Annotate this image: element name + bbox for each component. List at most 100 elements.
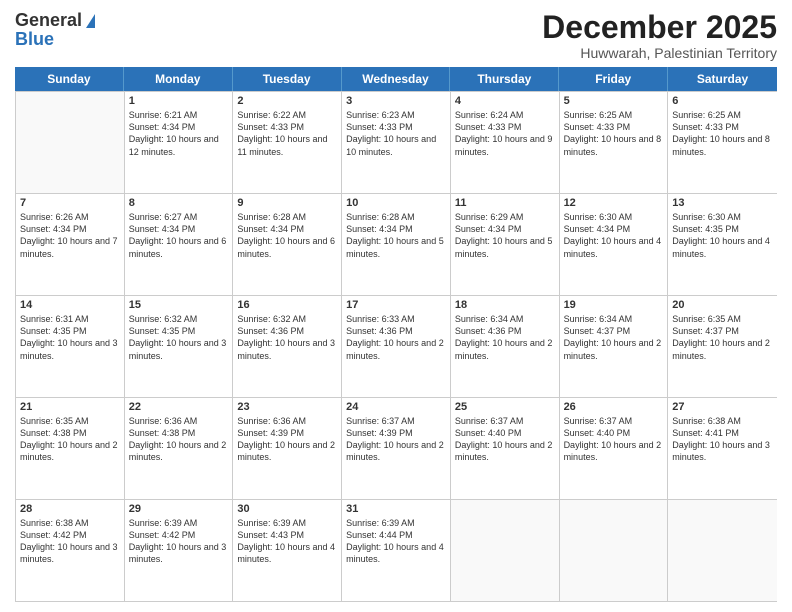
calendar-cell bbox=[451, 500, 560, 601]
day-info: Sunrise: 6:21 AM Sunset: 4:34 PM Dayligh… bbox=[129, 109, 229, 158]
day-info: Sunrise: 6:37 AM Sunset: 4:39 PM Dayligh… bbox=[346, 415, 446, 464]
day-info: Sunrise: 6:39 AM Sunset: 4:43 PM Dayligh… bbox=[237, 517, 337, 566]
day-number: 3 bbox=[346, 95, 446, 107]
month-title: December 2025 bbox=[542, 10, 777, 45]
calendar-cell: 5Sunrise: 6:25 AM Sunset: 4:33 PM Daylig… bbox=[560, 92, 669, 193]
calendar-cell: 10Sunrise: 6:28 AM Sunset: 4:34 PM Dayli… bbox=[342, 194, 451, 295]
day-number: 15 bbox=[129, 299, 229, 311]
day-info: Sunrise: 6:28 AM Sunset: 4:34 PM Dayligh… bbox=[346, 211, 446, 260]
location: Huwwarah, Palestinian Territory bbox=[542, 45, 777, 61]
calendar-row-2: 14Sunrise: 6:31 AM Sunset: 4:35 PM Dayli… bbox=[16, 295, 777, 397]
day-number: 24 bbox=[346, 401, 446, 413]
day-number: 2 bbox=[237, 95, 337, 107]
day-info: Sunrise: 6:23 AM Sunset: 4:33 PM Dayligh… bbox=[346, 109, 446, 158]
day-info: Sunrise: 6:25 AM Sunset: 4:33 PM Dayligh… bbox=[672, 109, 773, 158]
day-info: Sunrise: 6:39 AM Sunset: 4:44 PM Dayligh… bbox=[346, 517, 446, 566]
day-info: Sunrise: 6:27 AM Sunset: 4:34 PM Dayligh… bbox=[129, 211, 229, 260]
weekday-header-tuesday: Tuesday bbox=[233, 67, 342, 91]
day-number: 14 bbox=[20, 299, 120, 311]
day-info: Sunrise: 6:32 AM Sunset: 4:35 PM Dayligh… bbox=[129, 313, 229, 362]
day-info: Sunrise: 6:30 AM Sunset: 4:34 PM Dayligh… bbox=[564, 211, 664, 260]
calendar-cell: 29 Sunrise: 6:39 AM Sunset: 4:42 PM Dayli… bbox=[125, 500, 234, 601]
calendar-cell: 21 Sunrise: 6:35 AM Sunset: 4:38 PM Dayli… bbox=[16, 398, 125, 499]
calendar-header: SundayMondayTuesdayWednesdayThursdayFrid… bbox=[15, 67, 777, 91]
day-info: Sunrise: 6:36 AM Sunset: 4:39 PM Dayligh… bbox=[237, 415, 337, 464]
weekday-header-monday: Monday bbox=[124, 67, 233, 91]
calendar-cell: 12 Sunrise: 6:30 AM Sunset: 4:34 PM Dayli… bbox=[560, 194, 669, 295]
calendar-cell: 3 Sunrise: 6:23 AM Sunset: 4:33 PM Daylig… bbox=[342, 92, 451, 193]
calendar-cell: 4Sunrise: 6:24 AM Sunset: 4:33 PM Daylig… bbox=[451, 92, 560, 193]
page: General Blue December 2025 Huwwarah, Pal… bbox=[0, 0, 792, 612]
day-info: Sunrise: 6:33 AM Sunset: 4:36 PM Dayligh… bbox=[346, 313, 446, 362]
calendar: SundayMondayTuesdayWednesdayThursdayFrid… bbox=[15, 67, 777, 602]
day-info: Sunrise: 6:38 AM Sunset: 4:41 PM Dayligh… bbox=[672, 415, 773, 464]
weekday-header-wednesday: Wednesday bbox=[342, 67, 451, 91]
calendar-cell: 23 Sunrise: 6:36 AM Sunset: 4:39 PM Dayli… bbox=[233, 398, 342, 499]
day-info: Sunrise: 6:39 AM Sunset: 4:42 PM Dayligh… bbox=[129, 517, 229, 566]
calendar-cell: 18 Sunrise: 6:34 AM Sunset: 4:36 PM Dayli… bbox=[451, 296, 560, 397]
day-info: Sunrise: 6:26 AM Sunset: 4:34 PM Dayligh… bbox=[20, 211, 120, 260]
calendar-cell: 26 Sunrise: 6:37 AM Sunset: 4:40 PM Dayli… bbox=[560, 398, 669, 499]
day-number: 28 bbox=[20, 503, 120, 515]
day-info: Sunrise: 6:35 AM Sunset: 4:37 PM Dayligh… bbox=[672, 313, 773, 362]
day-number: 21 bbox=[20, 401, 120, 413]
day-info: Sunrise: 6:32 AM Sunset: 4:36 PM Dayligh… bbox=[237, 313, 337, 362]
logo: General Blue bbox=[15, 10, 95, 50]
logo-general: General bbox=[15, 10, 82, 31]
day-info: Sunrise: 6:28 AM Sunset: 4:34 PM Dayligh… bbox=[237, 211, 337, 260]
day-number: 22 bbox=[129, 401, 229, 413]
calendar-cell: 7 Sunrise: 6:26 AM Sunset: 4:34 PM Daylig… bbox=[16, 194, 125, 295]
calendar-cell bbox=[560, 500, 669, 601]
day-number: 12 bbox=[564, 197, 664, 209]
calendar-cell bbox=[668, 500, 777, 601]
day-info: Sunrise: 6:34 AM Sunset: 4:37 PM Dayligh… bbox=[564, 313, 664, 362]
day-number: 29 bbox=[129, 503, 229, 515]
day-number: 1 bbox=[129, 95, 229, 107]
day-info: Sunrise: 6:37 AM Sunset: 4:40 PM Dayligh… bbox=[455, 415, 555, 464]
day-number: 6 bbox=[672, 95, 773, 107]
calendar-row-3: 21 Sunrise: 6:35 AM Sunset: 4:38 PM Dayli… bbox=[16, 397, 777, 499]
day-number: 23 bbox=[237, 401, 337, 413]
day-number: 8 bbox=[129, 197, 229, 209]
calendar-cell: 13Sunrise: 6:30 AM Sunset: 4:35 PM Dayli… bbox=[668, 194, 777, 295]
day-number: 20 bbox=[672, 299, 773, 311]
calendar-cell: 16Sunrise: 6:32 AM Sunset: 4:36 PM Dayli… bbox=[233, 296, 342, 397]
calendar-cell: 24 Sunrise: 6:37 AM Sunset: 4:39 PM Dayli… bbox=[342, 398, 451, 499]
logo-blue: Blue bbox=[15, 29, 54, 50]
calendar-cell: 15 Sunrise: 6:32 AM Sunset: 4:35 PM Dayli… bbox=[125, 296, 234, 397]
calendar-cell: 2Sunrise: 6:22 AM Sunset: 4:33 PM Daylig… bbox=[233, 92, 342, 193]
calendar-cell: 17Sunrise: 6:33 AM Sunset: 4:36 PM Dayli… bbox=[342, 296, 451, 397]
day-number: 26 bbox=[564, 401, 664, 413]
day-info: Sunrise: 6:35 AM Sunset: 4:38 PM Dayligh… bbox=[20, 415, 120, 464]
day-number: 27 bbox=[672, 401, 773, 413]
day-number: 9 bbox=[237, 197, 337, 209]
calendar-row-4: 28 Sunrise: 6:38 AM Sunset: 4:42 PM Dayli… bbox=[16, 499, 777, 601]
calendar-cell: 31 Sunrise: 6:39 AM Sunset: 4:44 PM Dayli… bbox=[342, 500, 451, 601]
calendar-cell: 19Sunrise: 6:34 AM Sunset: 4:37 PM Dayli… bbox=[560, 296, 669, 397]
day-number: 7 bbox=[20, 197, 120, 209]
calendar-cell: 25Sunrise: 6:37 AM Sunset: 4:40 PM Dayli… bbox=[451, 398, 560, 499]
weekday-header-saturday: Saturday bbox=[668, 67, 777, 91]
calendar-cell: 8 Sunrise: 6:27 AM Sunset: 4:34 PM Daylig… bbox=[125, 194, 234, 295]
calendar-cell: 9 Sunrise: 6:28 AM Sunset: 4:34 PM Daylig… bbox=[233, 194, 342, 295]
day-info: Sunrise: 6:30 AM Sunset: 4:35 PM Dayligh… bbox=[672, 211, 773, 260]
day-number: 18 bbox=[455, 299, 555, 311]
day-info: Sunrise: 6:38 AM Sunset: 4:42 PM Dayligh… bbox=[20, 517, 120, 566]
day-info: Sunrise: 6:25 AM Sunset: 4:33 PM Dayligh… bbox=[564, 109, 664, 158]
day-info: Sunrise: 6:29 AM Sunset: 4:34 PM Dayligh… bbox=[455, 211, 555, 260]
calendar-cell: 28 Sunrise: 6:38 AM Sunset: 4:42 PM Dayli… bbox=[16, 500, 125, 601]
calendar-cell: 30 Sunrise: 6:39 AM Sunset: 4:43 PM Dayli… bbox=[233, 500, 342, 601]
day-number: 11 bbox=[455, 197, 555, 209]
title-block: December 2025 Huwwarah, Palestinian Terr… bbox=[542, 10, 777, 61]
day-info: Sunrise: 6:37 AM Sunset: 4:40 PM Dayligh… bbox=[564, 415, 664, 464]
day-number: 31 bbox=[346, 503, 446, 515]
day-info: Sunrise: 6:34 AM Sunset: 4:36 PM Dayligh… bbox=[455, 313, 555, 362]
day-number: 4 bbox=[455, 95, 555, 107]
day-number: 30 bbox=[237, 503, 337, 515]
logo-arrow-icon bbox=[86, 14, 95, 28]
calendar-cell: 11 Sunrise: 6:29 AM Sunset: 4:34 PM Dayli… bbox=[451, 194, 560, 295]
calendar-cell: 20 Sunrise: 6:35 AM Sunset: 4:37 PM Dayli… bbox=[668, 296, 777, 397]
calendar-row-1: 7 Sunrise: 6:26 AM Sunset: 4:34 PM Daylig… bbox=[16, 193, 777, 295]
weekday-header-thursday: Thursday bbox=[450, 67, 559, 91]
header: General Blue December 2025 Huwwarah, Pal… bbox=[15, 10, 777, 61]
